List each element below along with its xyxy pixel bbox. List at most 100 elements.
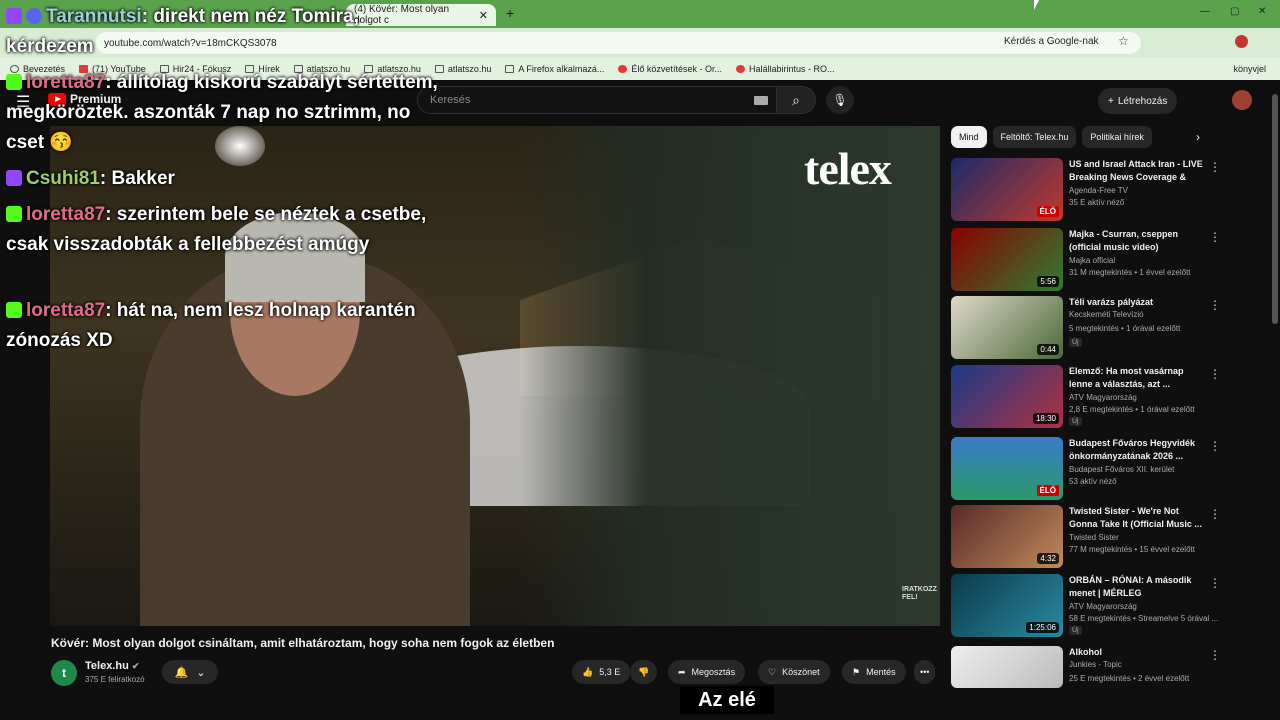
search-input[interactable]: Keresés: [417, 86, 777, 114]
kebab-menu-icon[interactable]: ⋮: [1209, 439, 1221, 453]
recommendation-item[interactable]: ÉLŐ Budapest Főváros Hegyvidék önkormány…: [951, 437, 1271, 501]
bell-icon: 🔔: [174, 666, 189, 679]
live-badge: ÉLŐ: [1036, 206, 1059, 217]
blurred-foreground: [520, 126, 940, 626]
close-window-icon[interactable]: ✕: [1258, 6, 1266, 17]
search-button[interactable]: ⌕: [776, 86, 816, 114]
kebab-menu-icon[interactable]: ⋮: [1209, 507, 1221, 521]
bookmark-label: A Firefox alkalmazá...: [518, 64, 605, 74]
channel-name[interactable]: Telex.hu ✔: [85, 660, 139, 672]
video-thumbnail[interactable]: ÉLŐ: [951, 437, 1063, 500]
close-tab-icon[interactable]: ✕: [479, 9, 488, 22]
rec-title[interactable]: Alkohol: [1069, 646, 1203, 659]
duration-badge: 0:44: [1037, 344, 1059, 355]
search-icon: ⌕: [792, 91, 800, 108]
keyboard-icon[interactable]: [754, 96, 768, 105]
rec-title[interactable]: Twisted Sister - We're Not Gonna Take It…: [1069, 505, 1203, 531]
save-button[interactable]: ⚑ Mentés: [842, 660, 906, 684]
chevron-down-icon: ⌄: [196, 666, 206, 679]
bookmark-label: könyvjel: [1233, 64, 1266, 74]
recommendation-item[interactable]: Alkohol Junkies - Topic 25 E megtekintés…: [951, 646, 1271, 710]
duration-badge: 5:56: [1037, 276, 1059, 287]
kick-icon: [6, 74, 22, 90]
chip-uploader[interactable]: Feltöltő: Telex.hu: [992, 126, 1077, 148]
voice-search-button[interactable]: 🎙: [826, 86, 854, 114]
google-search-button[interactable]: Kérdés a Google-nak: [1004, 36, 1099, 47]
twitch-icon: [6, 8, 22, 24]
page-scrollbar[interactable]: [1272, 94, 1278, 324]
video-thumbnail[interactable]: [951, 646, 1063, 688]
rec-title[interactable]: Téli varázs pályázat: [1069, 296, 1203, 309]
dislike-button[interactable]: 👎: [630, 660, 658, 684]
browser-profile-avatar[interactable]: [1235, 35, 1248, 48]
kebab-menu-icon[interactable]: ⋮: [1209, 230, 1221, 244]
rec-meta: 31 M megtekintés • 1 évvel ezelőtt: [1069, 268, 1191, 277]
rec-channel[interactable]: Majka official: [1069, 256, 1115, 265]
kebab-menu-icon[interactable]: ⋮: [1209, 367, 1221, 381]
rec-channel[interactable]: Agenda-Free TV: [1069, 186, 1128, 195]
rec-channel[interactable]: Twisted Sister: [1069, 533, 1119, 542]
video-thumbnail[interactable]: 18:30: [951, 365, 1063, 428]
recommendation-item[interactable]: 4:32 Twisted Sister - We're Not Gonna Ta…: [951, 505, 1271, 569]
kebab-menu-icon[interactable]: ⋮: [1209, 576, 1221, 590]
save-label: Mentés: [866, 667, 896, 677]
rec-title[interactable]: US and Israel Attack Iran - LIVE Breakin…: [1069, 158, 1203, 184]
rec-title[interactable]: ORBÁN – RÓNAI: A második menet | MÉRLEG: [1069, 574, 1203, 600]
recommendation-item[interactable]: ÉLŐ US and Israel Attack Iran - LIVE Bre…: [951, 158, 1271, 222]
like-count: 5,3 E: [599, 667, 621, 677]
rec-meta: 58 E megtekintés • Streamelve 5 órával .…: [1069, 614, 1219, 623]
rec-channel[interactable]: Junkies - Topic: [1069, 660, 1122, 669]
rec-channel[interactable]: Budapest Főváros XII. kerület: [1069, 465, 1174, 474]
rec-meta: 25 E megtekintés • 2 évvel ezelőtt: [1069, 674, 1190, 683]
chip-political-news[interactable]: Politikai hírek: [1082, 126, 1152, 148]
duration-badge: 1:25:06: [1026, 622, 1059, 633]
channel-avatar[interactable]: t: [51, 660, 77, 686]
rec-meta: 2,8 E megtekintés • 1 órával ezelőtt: [1069, 405, 1195, 414]
chat-overlay: Tarannutsi: direkt nem néz Tomira, kérde…: [6, 0, 446, 360]
maximize-icon[interactable]: ▢: [1230, 6, 1239, 17]
notification-bell-button[interactable]: 🔔 ⌄: [162, 660, 218, 684]
live-badge: ÉLŐ: [1036, 485, 1059, 496]
thanks-button[interactable]: ♡ Köszönet: [758, 660, 830, 684]
kebab-menu-icon[interactable]: ⋮: [1209, 648, 1221, 662]
recommendation-item[interactable]: 18:30 Elemző: Ha most vasárnap lenne a v…: [951, 365, 1271, 429]
chat-message: loretta87: hát na, nem lesz holnap karan…: [6, 296, 446, 356]
duration-badge: 4:32: [1037, 553, 1059, 564]
kebab-menu-icon[interactable]: ⋮: [1209, 298, 1221, 312]
new-tab-button[interactable]: +: [506, 5, 514, 21]
rec-title[interactable]: Majka - Csurran, cseppen (official music…: [1069, 228, 1203, 254]
minimize-icon[interactable]: —: [1200, 6, 1210, 17]
subscribe-watermark[interactable]: IRATKOZZ FEL!: [902, 586, 938, 603]
kebab-menu-icon[interactable]: ⋮: [1209, 160, 1221, 174]
twitch-icon: [6, 170, 22, 186]
chip-all[interactable]: Mind: [951, 126, 987, 148]
bookmark-item[interactable]: Élő közvetítések - Or...: [618, 64, 722, 74]
more-icon: •••: [920, 667, 930, 677]
bookmark-item[interactable]: A Firefox alkalmazá...: [505, 64, 604, 74]
video-thumbnail[interactable]: ÉLŐ: [951, 158, 1063, 221]
video-thumbnail[interactable]: 1:25:06: [951, 574, 1063, 637]
create-button[interactable]: + Létrehozás: [1098, 88, 1178, 114]
other-bookmarks[interactable]: könyvjel: [1233, 64, 1266, 74]
like-button[interactable]: 👍 5,3 E: [572, 660, 631, 684]
share-button[interactable]: ➦ Megosztás: [668, 660, 746, 684]
chevron-right-icon[interactable]: ›: [1196, 130, 1200, 144]
video-thumbnail[interactable]: 0:44: [951, 296, 1063, 359]
recommendation-item[interactable]: 5:56 Majka - Csurran, cseppen (official …: [951, 228, 1271, 292]
account-avatar[interactable]: [1232, 90, 1252, 110]
video-thumbnail[interactable]: 4:32: [951, 505, 1063, 568]
rec-title[interactable]: Elemző: Ha most vasárnap lenne a választ…: [1069, 365, 1203, 391]
bookmark-item[interactable]: Halállabirintus - RO...: [735, 64, 835, 74]
chat-username: loretta87: [26, 72, 106, 93]
rec-channel[interactable]: Kecskeméti Televízió: [1069, 310, 1144, 319]
rec-title[interactable]: Budapest Főváros Hegyvidék önkormányzatá…: [1069, 437, 1203, 463]
more-actions-button[interactable]: •••: [914, 660, 936, 684]
bookmark-star-icon[interactable]: ☆: [1118, 34, 1129, 48]
recommendation-item[interactable]: 0:44 Téli varázs pályázat Kecskeméti Tel…: [951, 296, 1271, 360]
rec-channel[interactable]: ATV Magyarország: [1069, 602, 1137, 611]
recommendation-item[interactable]: 1:25:06 ORBÁN – RÓNAI: A második menet |…: [951, 574, 1271, 638]
video-thumbnail[interactable]: 5:56: [951, 228, 1063, 291]
duration-badge: 18:30: [1032, 413, 1059, 424]
rec-channel[interactable]: ATV Magyarország: [1069, 393, 1137, 402]
microphone-icon: 🎙: [832, 93, 848, 107]
